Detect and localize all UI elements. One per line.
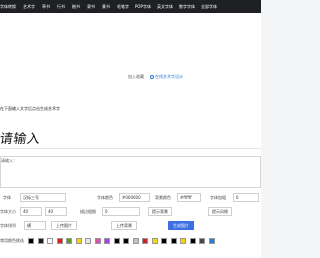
size-select[interactable]: 40 [20,207,42,216]
color-swatch[interactable] [85,238,91,244]
color-swatch[interactable] [94,238,101,244]
nav-item[interactable]: 毛笔字 [117,4,129,10]
font-select[interactable]: 汉标三号 [20,193,66,202]
size-label: 字体大小 [0,209,16,214]
stroke-input[interactable]: 0 [102,207,140,216]
generate-button[interactable]: 生成图片 [168,221,194,230]
preview-text: 请输入 [0,132,42,147]
upload-bg-button[interactable]: 上传背景 [111,221,137,230]
nav-item[interactable]: 字体转换 [0,4,16,10]
bg-color-input[interactable]: #ffffff [177,193,201,202]
upload-image-button[interactable]: 上传图片 [51,221,77,230]
nav-item[interactable]: 隶书 [87,4,95,10]
color-swatch[interactable] [56,238,63,244]
color-swatch[interactable] [208,238,215,244]
nav-item[interactable]: 草书 [42,4,50,10]
color-swatch[interactable] [104,238,110,244]
divider [0,148,261,149]
font-color-input[interactable]: #000000 [119,193,150,202]
nav-item[interactable]: 艺术字 [23,4,35,10]
font-color-label: 字体颜色 [97,195,113,200]
color-swatch[interactable] [113,238,120,244]
direction-label: 字体排列 [0,223,16,228]
direction-select[interactable]: 横 [24,221,46,230]
nav-item[interactable]: 楷书 [72,4,80,10]
color-swatch[interactable] [132,238,139,244]
color-swatch[interactable] [66,238,72,244]
nav-item[interactable]: 全部字体 [201,4,217,10]
color-swatch[interactable] [123,238,129,244]
color-swatch[interactable] [28,238,34,244]
hint-bg-button[interactable]: 提示背景 [148,207,172,216]
color-swatch[interactable] [37,238,44,244]
text-input[interactable]: 请输入： [0,156,261,188]
color-swatch[interactable] [151,238,158,244]
bold-label: 字体加粗 [210,195,226,200]
color-swatch[interactable] [161,238,167,244]
color-swatch[interactable] [75,238,82,244]
top-nav: 字体转换 艺术字 草书 行书 楷书 隶书 篆书 毛笔字 POP字体 英文字体 数… [0,0,261,13]
color-swatch[interactable] [199,238,205,244]
color-swatch[interactable] [180,238,186,244]
color-swatch[interactable] [142,238,148,244]
hint-style-button[interactable]: 提示风格 [208,207,232,216]
font-label: 字体 [3,195,11,200]
nav-item[interactable]: 数字字体 [179,4,195,10]
nav-item[interactable]: POP字体 [135,4,151,10]
designer-link[interactable]: 在线艺术字设计 [150,74,183,80]
bold-select[interactable]: 0 [233,193,259,202]
size-select-2[interactable]: 40 [45,207,67,216]
instruction-text: 在下面输入文字后点击生成艺术字 [0,106,60,111]
stroke-label: 描边粗细 [80,209,96,214]
nav-item[interactable]: 篆书 [102,4,110,10]
bg-color-label: 背景颜色 [155,195,171,200]
bookmark-link[interactable]: 加入收藏 [128,74,144,80]
color-swatch[interactable] [189,238,196,244]
circle-icon [150,75,154,79]
hero-area: 加入收藏 在线艺术字设计 [0,13,261,100]
palette-label: 常用颜色挑选 [0,238,24,243]
nav-item[interactable]: 英文字体 [157,4,173,10]
color-swatch[interactable] [170,238,177,244]
nav-item[interactable]: 行书 [57,4,65,10]
color-swatch[interactable] [47,238,53,244]
designer-link-label: 在线艺术字设计 [155,74,183,79]
